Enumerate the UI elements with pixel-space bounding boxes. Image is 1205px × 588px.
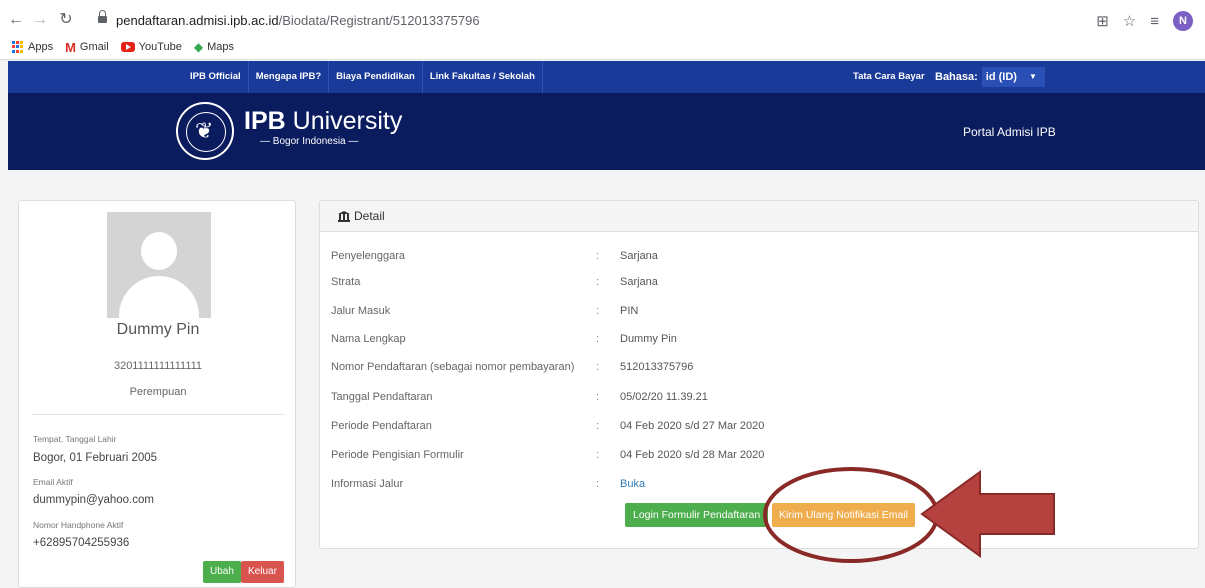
row-colon: : bbox=[596, 276, 600, 288]
keluar-button[interactable]: Keluar bbox=[241, 561, 284, 583]
row-value: 04 Feb 2020 s/d 28 Mar 2020 bbox=[620, 449, 765, 461]
bookmark-gmail[interactable]: M Gmail bbox=[65, 40, 109, 55]
browser-chrome: ← → ↻ pendaftaran.admisi.ipb.ac.id/Bioda… bbox=[0, 0, 1205, 60]
informasi-jalur-link[interactable]: Buka bbox=[620, 478, 645, 490]
reading-list-icon[interactable]: ≡ bbox=[1150, 13, 1159, 30]
lock-icon bbox=[98, 10, 107, 23]
profile-name: Dummy Pin bbox=[116, 321, 200, 338]
row-colon: : bbox=[596, 449, 600, 461]
avatar-body-icon bbox=[119, 276, 199, 318]
login-formulir-button[interactable]: Login Formulir Pendaftaran bbox=[625, 503, 769, 527]
bookmarks-bar: Apps M Gmail YouTube ◆ Maps bbox=[12, 38, 234, 56]
top-navigation: IPB Official Mengapa IPB? Biaya Pendidik… bbox=[8, 61, 1205, 93]
row-label: Periode Pengisian Formulir bbox=[331, 449, 464, 461]
row-colon: : bbox=[596, 305, 600, 317]
phone-value: +62895704255936 bbox=[33, 537, 130, 549]
detail-title: Detail bbox=[338, 209, 385, 223]
nav-link-fakultas[interactable]: Link Fakultas / Sekolah bbox=[423, 61, 543, 93]
profile-gender: Perempuan bbox=[129, 386, 187, 398]
nav-ipb-official[interactable]: IPB Official bbox=[183, 61, 249, 93]
language-label: Bahasa: bbox=[935, 71, 978, 83]
caret-down-icon: ▼ bbox=[1028, 72, 1037, 81]
institution-icon bbox=[338, 210, 350, 222]
profile-card: Dummy Pin 3201111111111111 Perempuan Tem… bbox=[18, 200, 296, 588]
row-label: Informasi Jalur bbox=[331, 478, 404, 490]
bookmark-youtube[interactable]: YouTube bbox=[120, 41, 182, 53]
birth-value: Bogor, 01 Februari 2005 bbox=[33, 452, 158, 464]
maps-icon: ◆ bbox=[193, 40, 204, 54]
url-text: pendaftaran.admisi.ipb.ac.id/Biodata/Reg… bbox=[116, 13, 480, 28]
row-label: Jalur Masuk bbox=[331, 305, 391, 317]
row-value: 04 Feb 2020 s/d 27 Mar 2020 bbox=[620, 420, 765, 432]
row-label: Tanggal Pendaftaran bbox=[331, 391, 433, 403]
nav-links: IPB Official Mengapa IPB? Biaya Pendidik… bbox=[183, 61, 543, 93]
bookmark-apps[interactable]: Apps bbox=[12, 41, 53, 53]
address-bar-row: ← → ↻ pendaftaran.admisi.ipb.ac.id/Bioda… bbox=[0, 8, 1205, 34]
forward-arrow-icon[interactable]: → bbox=[30, 10, 50, 30]
row-colon: : bbox=[596, 361, 600, 373]
portal-title: Portal Admisi IPB bbox=[963, 125, 1056, 139]
divider bbox=[31, 414, 285, 415]
browser-toolbar-icons: ⊞ ☆ ≡ N bbox=[1096, 10, 1193, 32]
star-icon[interactable]: ☆ bbox=[1123, 12, 1136, 30]
kirim-ulang-notifikasi-button[interactable]: Kirim Ulang Notifikasi Email bbox=[772, 503, 915, 527]
apps-grid-icon bbox=[12, 41, 24, 53]
reload-icon[interactable]: ↻ bbox=[56, 10, 76, 30]
detail-header: Detail bbox=[320, 201, 1198, 232]
row-label: Nama Lengkap bbox=[331, 333, 406, 345]
row-label: Periode Pendaftaran bbox=[331, 420, 432, 432]
avatar-head-icon bbox=[141, 232, 177, 270]
row-value: PIN bbox=[620, 305, 639, 317]
translate-icon[interactable]: ⊞ bbox=[1096, 12, 1109, 30]
row-colon: : bbox=[596, 391, 600, 403]
ubah-button[interactable]: Ubah bbox=[203, 561, 241, 583]
row-value: 512013375796 bbox=[620, 361, 694, 373]
profile-photo bbox=[107, 212, 211, 318]
row-colon: : bbox=[596, 478, 600, 490]
email-value: dummypin@yahoo.com bbox=[33, 494, 154, 506]
profile-nik: 3201111111111111 bbox=[113, 360, 203, 372]
language-selector: Bahasa: id (ID) ▼ bbox=[935, 61, 1045, 93]
ipb-seal-logo[interactable]: ❦ bbox=[176, 102, 234, 160]
profile-avatar[interactable]: N bbox=[1173, 11, 1193, 31]
row-value: Dummy Pin bbox=[620, 333, 677, 345]
brand-subtitle: — Bogor Indonesia — bbox=[260, 136, 359, 147]
nav-biaya-pendidikan[interactable]: Biaya Pendidikan bbox=[329, 61, 423, 93]
email-label: Email Aktif bbox=[33, 477, 73, 487]
nav-mengapa-ipb[interactable]: Mengapa IPB? bbox=[249, 61, 330, 93]
nav-tata-cara-bayar[interactable]: Tata Cara Bayar bbox=[853, 61, 925, 93]
row-label: Nomor Pendaftaran (sebagai nomor pembaya… bbox=[331, 361, 575, 373]
language-dropdown[interactable]: id (ID) ▼ bbox=[981, 67, 1045, 87]
row-value: Sarjana bbox=[620, 250, 658, 262]
seal-emblem-icon: ❦ bbox=[195, 118, 214, 143]
site-banner: ❦ IPB University — Bogor Indonesia — Por… bbox=[8, 93, 1205, 170]
row-label: Penyelenggara bbox=[331, 250, 406, 262]
bookmark-maps[interactable]: ◆ Maps bbox=[194, 40, 234, 54]
row-colon: : bbox=[596, 420, 600, 432]
youtube-icon bbox=[120, 42, 135, 52]
url-bar[interactable]: pendaftaran.admisi.ipb.ac.id/Biodata/Reg… bbox=[90, 8, 1110, 34]
brand-title: IPB University bbox=[244, 107, 403, 135]
detail-panel: Detail Penyelenggara : Sarjana Strata : … bbox=[319, 200, 1199, 549]
gmail-icon: M bbox=[65, 39, 76, 55]
row-value: 05/02/20 11.39.21 bbox=[620, 391, 708, 403]
birth-label: Tempat, Tanggal Lahir bbox=[33, 434, 117, 444]
row-label: Strata bbox=[331, 276, 361, 288]
back-arrow-icon[interactable]: ← bbox=[6, 10, 26, 30]
phone-label: Nomor Handphone Aktif bbox=[33, 520, 124, 530]
row-colon: : bbox=[596, 250, 600, 262]
row-value: Sarjana bbox=[620, 276, 658, 288]
row-colon: : bbox=[596, 333, 600, 345]
